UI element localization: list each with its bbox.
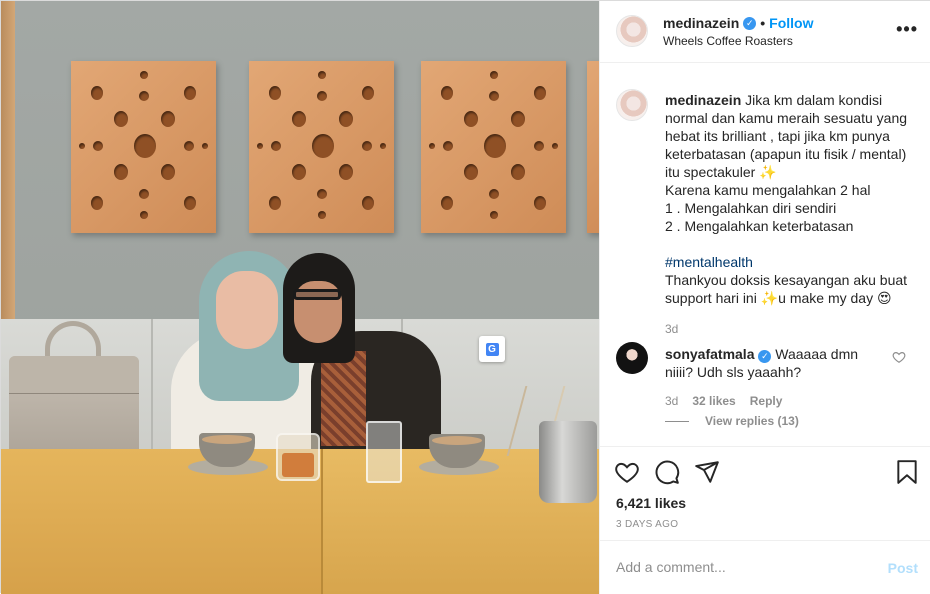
comment-username[interactable]: sonyafatmala [665, 346, 754, 362]
comment-bubble-icon[interactable] [654, 459, 680, 485]
comment-likes[interactable]: 32 likes [692, 394, 735, 408]
replies-divider-line [665, 420, 689, 422]
person-right-glasses [293, 289, 341, 300]
verified-badge-icon: ✓ [743, 16, 757, 30]
post-comment-button[interactable]: Post [888, 560, 918, 576]
view-replies-button[interactable]: View replies (13) [665, 414, 799, 428]
hashtag-link[interactable]: #mentalhealth [665, 254, 753, 270]
caption-body-after: Thankyou doksis kesayangan aku buat supp… [665, 272, 911, 306]
save-bookmark-icon[interactable] [894, 459, 920, 485]
post-header: medinazein ✓ • Follow Wheels Coffee Roas… [600, 1, 930, 63]
header-user-line: medinazein ✓ • Follow [663, 15, 813, 31]
comment-meta: 3d 32 likes Reply [665, 394, 782, 408]
post-photo[interactable]: G [1, 1, 599, 594]
caption-timestamp[interactable]: 3d [665, 322, 678, 336]
comment-timestamp[interactable]: 3d [665, 394, 678, 408]
add-comment-bar: Post [600, 540, 930, 594]
wall-art-panel [421, 61, 566, 233]
handbag-flap [9, 356, 139, 394]
translate-icon[interactable]: G [479, 336, 505, 362]
follow-button[interactable]: Follow [769, 15, 813, 31]
person-left-face [216, 271, 278, 349]
instagram-post: G medinazein ✓ • Follow Wheels Coffee Ro… [0, 0, 930, 594]
share-paper-plane-icon[interactable] [694, 459, 720, 485]
post-age[interactable]: 3 DAYS AGO [616, 519, 678, 530]
bench-seam [151, 319, 153, 459]
header-username[interactable]: medinazein [663, 15, 739, 31]
wall-art-panel [249, 61, 394, 233]
comments-section[interactable]: medinazein Jika km dalam kondisi normal … [600, 64, 930, 446]
caption-body: Jika km dalam kondisi normal dan kamu me… [665, 92, 908, 234]
wall-art-panel-partial [587, 61, 599, 233]
reply-button[interactable]: Reply [750, 394, 783, 408]
separator-dot: • [760, 15, 766, 31]
avatar[interactable] [616, 15, 648, 47]
water-glass [366, 421, 402, 483]
caption-username[interactable]: medinazein [665, 92, 741, 108]
milk-pitcher [539, 421, 597, 503]
post-actions: 6,421 likes 3 DAYS AGO [600, 446, 930, 544]
like-heart-icon[interactable] [614, 459, 640, 485]
location-link[interactable]: Wheels Coffee Roasters [663, 34, 793, 48]
more-options-icon[interactable]: ••• [896, 19, 918, 40]
likes-count[interactable]: 6,421 likes [616, 495, 686, 511]
avatar[interactable] [616, 89, 648, 121]
person-right-scarf [321, 351, 366, 446]
comment-text: sonyafatmala ✓ Waaaaa dmn niiii? Udh sls… [665, 345, 887, 381]
commenter-avatar[interactable] [616, 342, 648, 374]
view-replies-label[interactable]: View replies (13) [705, 414, 799, 428]
caption-text: medinazein Jika km dalam kondisi normal … [665, 91, 911, 307]
verified-badge-icon: ✓ [758, 350, 772, 363]
add-comment-input[interactable] [616, 559, 866, 575]
like-comment-heart-icon[interactable] [892, 350, 906, 364]
sugar-jar [276, 433, 320, 481]
wall-art-panel [71, 61, 216, 233]
post-side-panel: medinazein ✓ • Follow Wheels Coffee Roas… [599, 1, 930, 594]
